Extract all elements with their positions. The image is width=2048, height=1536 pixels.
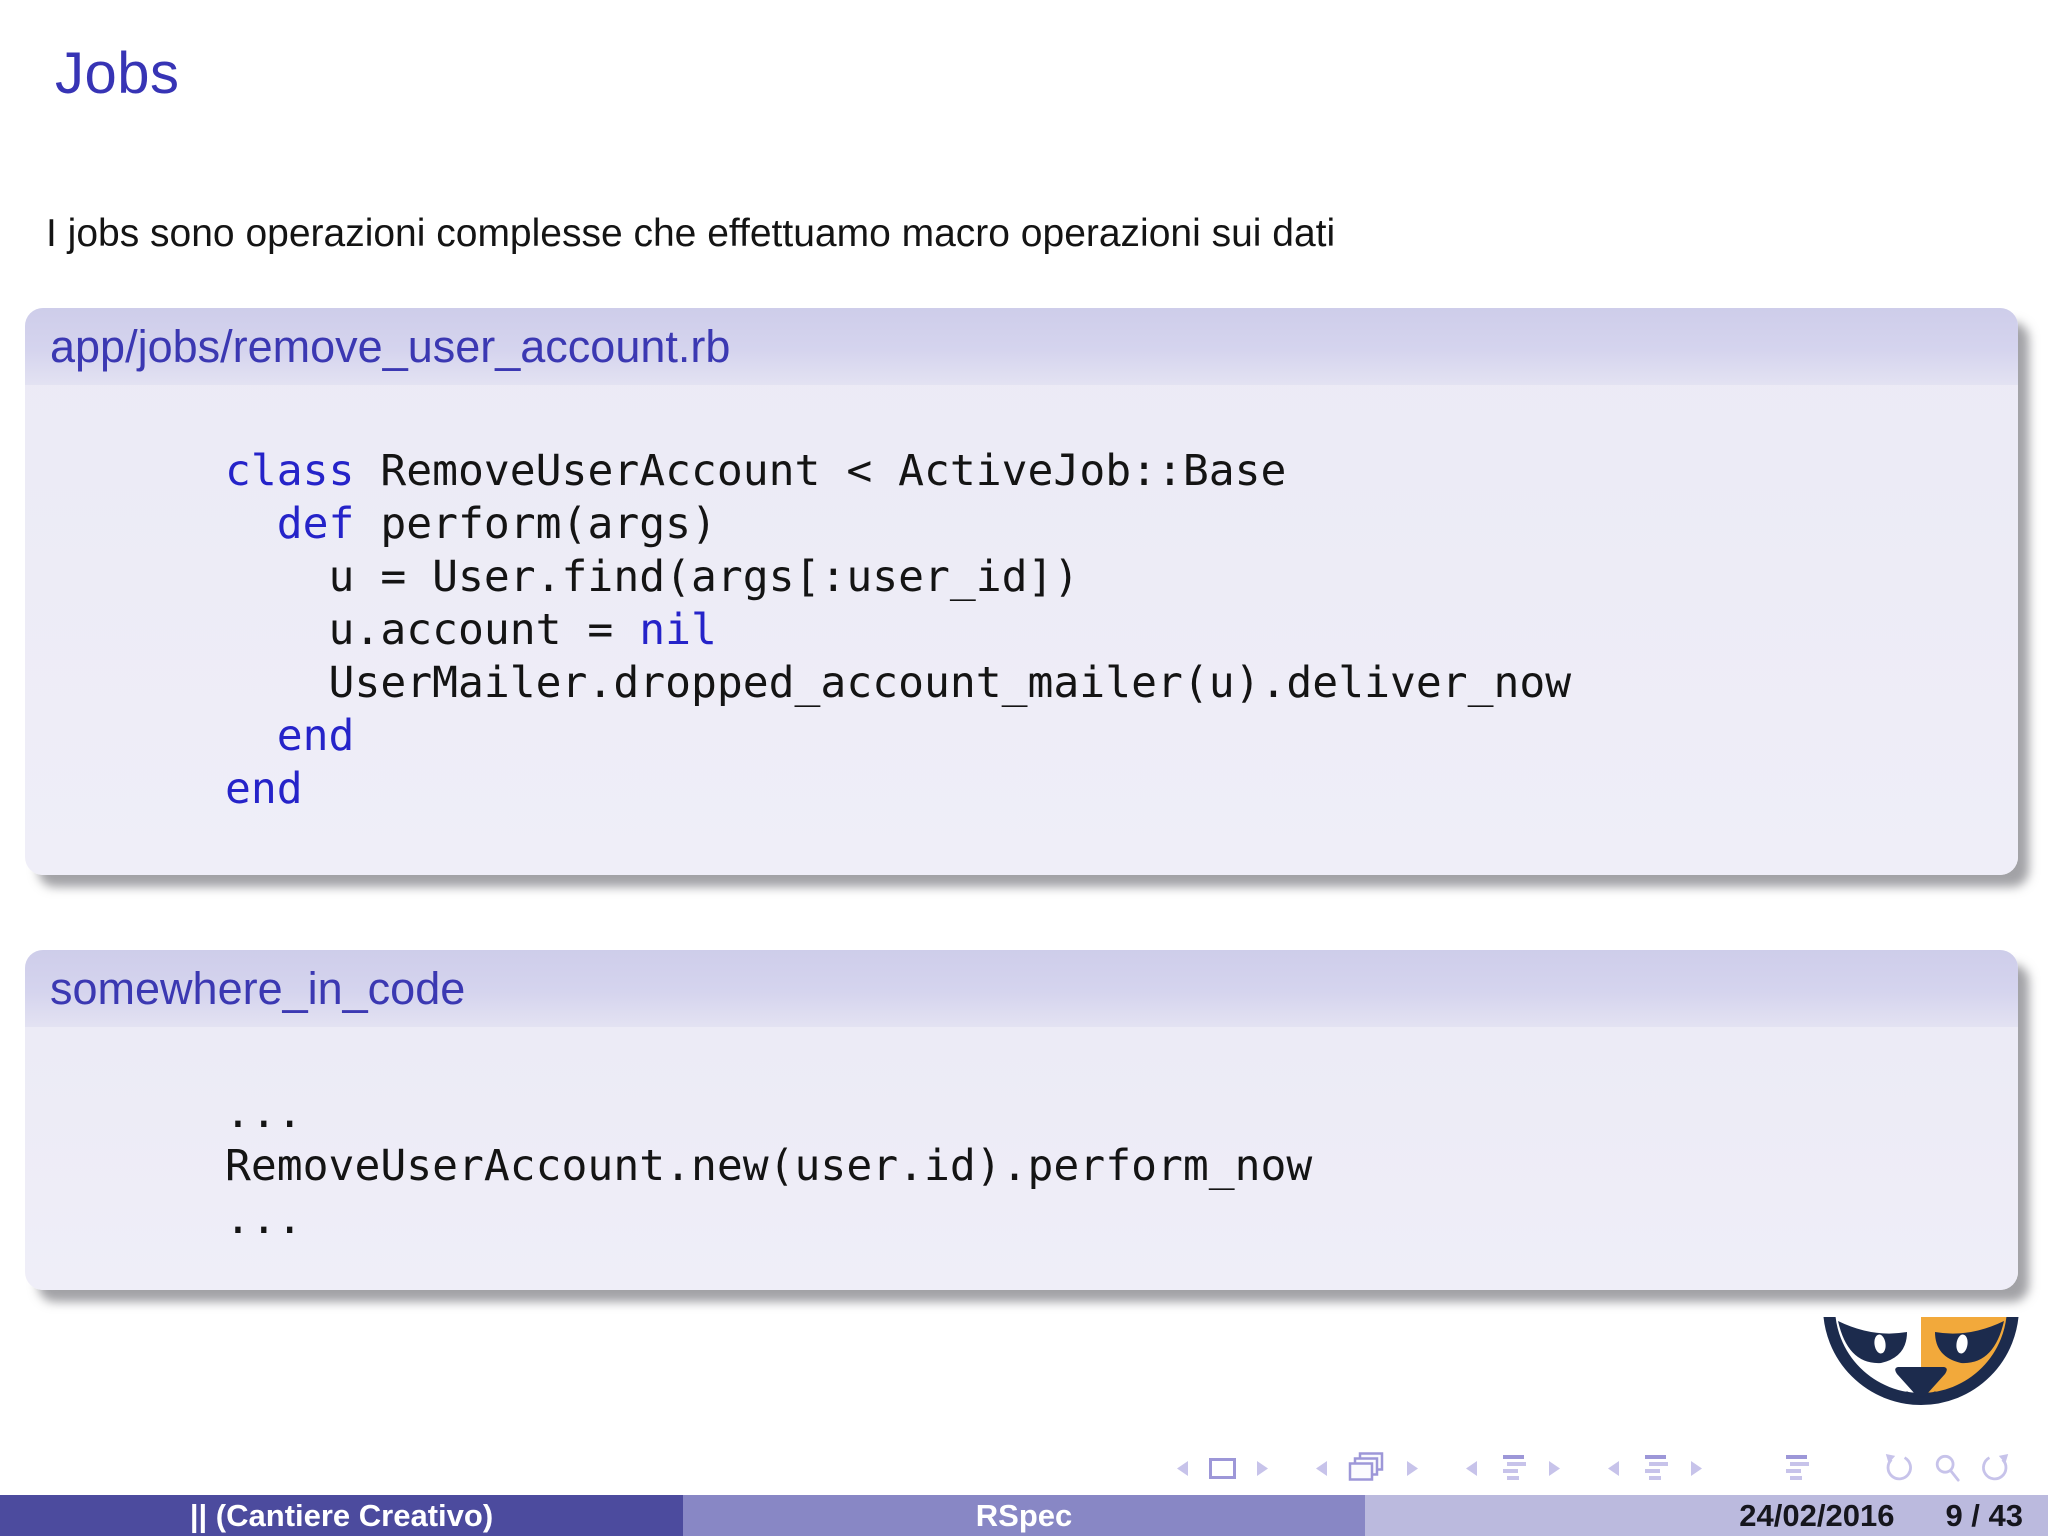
frames-stack-icon[interactable] (1348, 1452, 1386, 1484)
footer-right: 24/02/2016 9 / 43 (1365, 1495, 2048, 1536)
footer-page-number: 9 / 43 (1945, 1497, 2023, 1533)
prev-frame-icon[interactable] (1315, 1460, 1328, 1477)
next-section-icon[interactable] (1690, 1460, 1703, 1477)
code-block-file: app/jobs/remove_user_account.rb class Re… (25, 308, 2018, 875)
slide: Jobs I jobs sono operazioni complesse ch… (0, 0, 2048, 1536)
code-block-file-header: app/jobs/remove_user_account.rb (25, 308, 2018, 385)
code-block-file-code: class RemoveUserAccount < ActiveJob::Bas… (225, 446, 1572, 814)
next-frame-icon[interactable] (1406, 1460, 1419, 1477)
code-block-usage-title: somewhere_in_code (50, 962, 466, 1014)
prev-section-icon[interactable] (1607, 1460, 1620, 1477)
footer-deck-title: RSpec (683, 1495, 1365, 1536)
footline: || (Cantiere Creativo) RSpec 24/02/2016 … (0, 1495, 2048, 1536)
prev-subsection-icon[interactable] (1465, 1460, 1478, 1477)
code-block-usage-header: somewhere_in_code (25, 950, 2018, 1027)
cantiere-creativo-cat-logo (1823, 1317, 2019, 1405)
search-icon[interactable] (1933, 1453, 1961, 1483)
intro-text: I jobs sono operazioni complesse che eff… (46, 212, 1336, 255)
code-block-usage-code: ... RemoveUserAccount.new(user.id).perfor… (225, 1088, 1313, 1244)
frame-title: Jobs (55, 41, 180, 106)
appendix-list-icon[interactable] (1781, 1454, 1811, 1482)
undo-history-icon[interactable] (1883, 1453, 1913, 1483)
prev-slide-icon[interactable] (1176, 1460, 1189, 1477)
next-subsection-icon[interactable] (1548, 1460, 1561, 1477)
footer-author: || (Cantiere Creativo) (0, 1495, 683, 1536)
next-slide-icon[interactable] (1256, 1460, 1269, 1477)
code-block-usage: somewhere_in_code ... RemoveUserAccount.n… (25, 950, 2018, 1290)
subsection-list-icon[interactable] (1498, 1454, 1528, 1482)
footer-date: 24/02/2016 (1739, 1497, 1895, 1533)
frame-icon[interactable] (1209, 1457, 1236, 1479)
section-list-icon[interactable] (1640, 1454, 1670, 1482)
code-block-file-title: app/jobs/remove_user_account.rb (50, 320, 731, 372)
redo-history-icon[interactable] (1981, 1453, 2011, 1483)
beamer-nav (1176, 1450, 2011, 1486)
